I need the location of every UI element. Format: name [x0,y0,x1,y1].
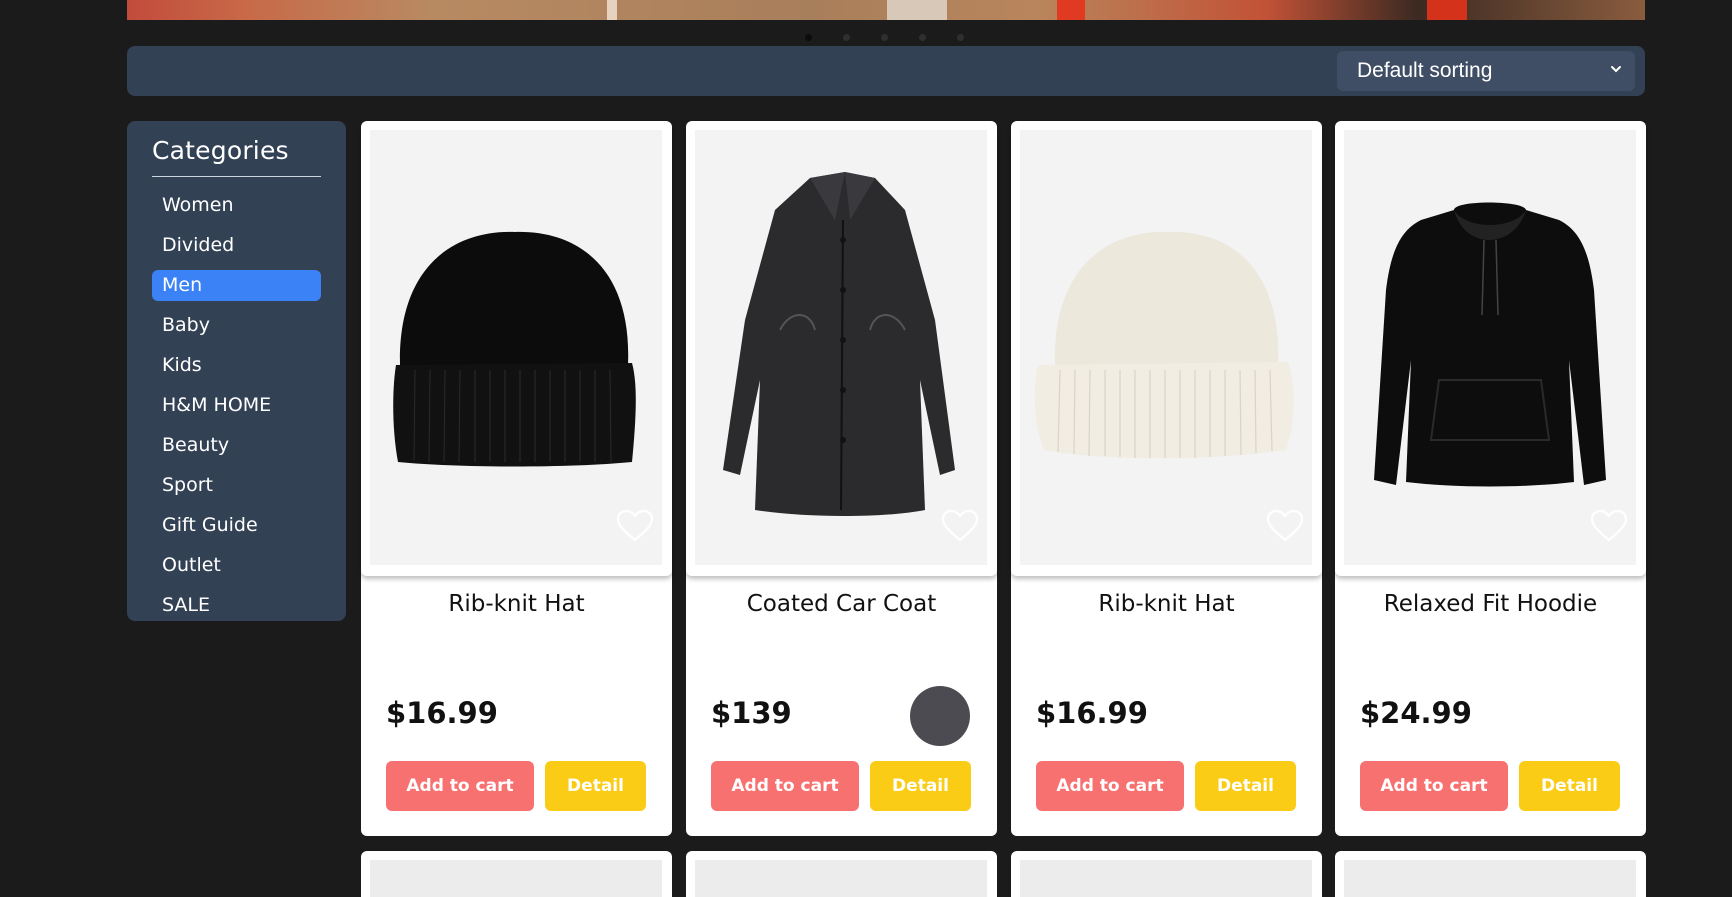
category-item-hm-home[interactable]: H&M HOME [152,390,321,421]
heart-icon[interactable] [941,509,979,543]
category-item-sport[interactable]: Sport [152,470,321,501]
product-card: Rib-knit Hat $16.99 Add to cart Detail [1011,121,1322,836]
product-card [1011,851,1322,897]
heart-icon[interactable] [1590,509,1628,543]
add-to-cart-button[interactable]: Add to cart [386,761,534,811]
add-to-cart-button[interactable]: Add to cart [1360,761,1508,811]
carousel-dot[interactable] [881,34,888,41]
category-item-divided[interactable]: Divided [152,230,321,261]
category-item-kids[interactable]: Kids [152,350,321,381]
product-price: $16.99 [386,696,498,730]
category-item-gift-guide[interactable]: Gift Guide [152,510,321,541]
product-image[interactable] [695,130,987,565]
category-item-outlet[interactable]: Outlet [152,550,321,581]
product-card [1335,851,1646,897]
product-image[interactable] [1344,130,1636,565]
detail-button[interactable]: Detail [545,761,646,811]
product-card: Rib-knit Hat $16.99 Add to cart Detail [361,121,672,836]
sort-selected-label: Default sorting [1357,59,1493,82]
carousel-dot[interactable] [919,34,926,41]
carousel-dot[interactable] [843,34,850,41]
black-coat-icon [723,172,955,516]
product-name[interactable]: Rib-knit Hat [1011,591,1322,617]
product-price: $16.99 [1036,696,1148,730]
detail-button[interactable]: Detail [870,761,971,811]
carousel-dot[interactable] [805,34,812,41]
product-card: Coated Car Coat $139 Add to cart Detail [686,121,997,836]
hero-banner-image [127,0,1645,20]
heart-icon[interactable] [616,509,654,543]
category-item-sale[interactable]: SALE [152,590,321,621]
carousel-dots [805,34,964,41]
detail-button[interactable]: Detail [1519,761,1620,811]
product-price: $139 [711,696,792,730]
chevron-down-icon [1611,66,1621,73]
product-image[interactable] [1344,860,1636,897]
product-name[interactable]: Coated Car Coat [686,591,997,617]
category-item-men[interactable]: Men [152,270,321,301]
product-price: $24.99 [1360,696,1472,730]
product-card [361,851,672,897]
sort-select[interactable]: Default sorting [1337,51,1635,91]
category-item-beauty[interactable]: Beauty [152,430,321,461]
add-to-cart-button[interactable]: Add to cart [1036,761,1184,811]
sidebar-title: Categories [152,131,321,177]
product-image[interactable] [1020,860,1312,897]
product-image[interactable] [695,860,987,897]
product-image[interactable] [370,130,662,565]
product-name[interactable]: Relaxed Fit Hoodie [1335,591,1646,617]
product-image[interactable] [370,860,662,897]
black-hoodie-icon [1374,202,1606,487]
white-beanie-icon [1034,231,1294,459]
sort-bar: Default sorting [127,46,1645,96]
category-item-women[interactable]: Women [152,190,321,221]
cursor-indicator [910,686,970,746]
category-item-baby[interactable]: Baby [152,310,321,341]
product-image[interactable] [1020,130,1312,565]
product-card: Relaxed Fit Hoodie $24.99 Add to cart De… [1335,121,1646,836]
detail-button[interactable]: Detail [1195,761,1296,811]
product-name[interactable]: Rib-knit Hat [361,591,672,617]
carousel-dot[interactable] [957,34,964,41]
category-list: Women Divided Men Baby Kids H&M HOME Bea… [152,190,321,621]
product-card [686,851,997,897]
category-sidebar: Categories Women Divided Men Baby Kids H… [127,121,346,621]
add-to-cart-button[interactable]: Add to cart [711,761,859,811]
black-beanie-icon [393,231,636,467]
heart-icon[interactable] [1266,509,1304,543]
